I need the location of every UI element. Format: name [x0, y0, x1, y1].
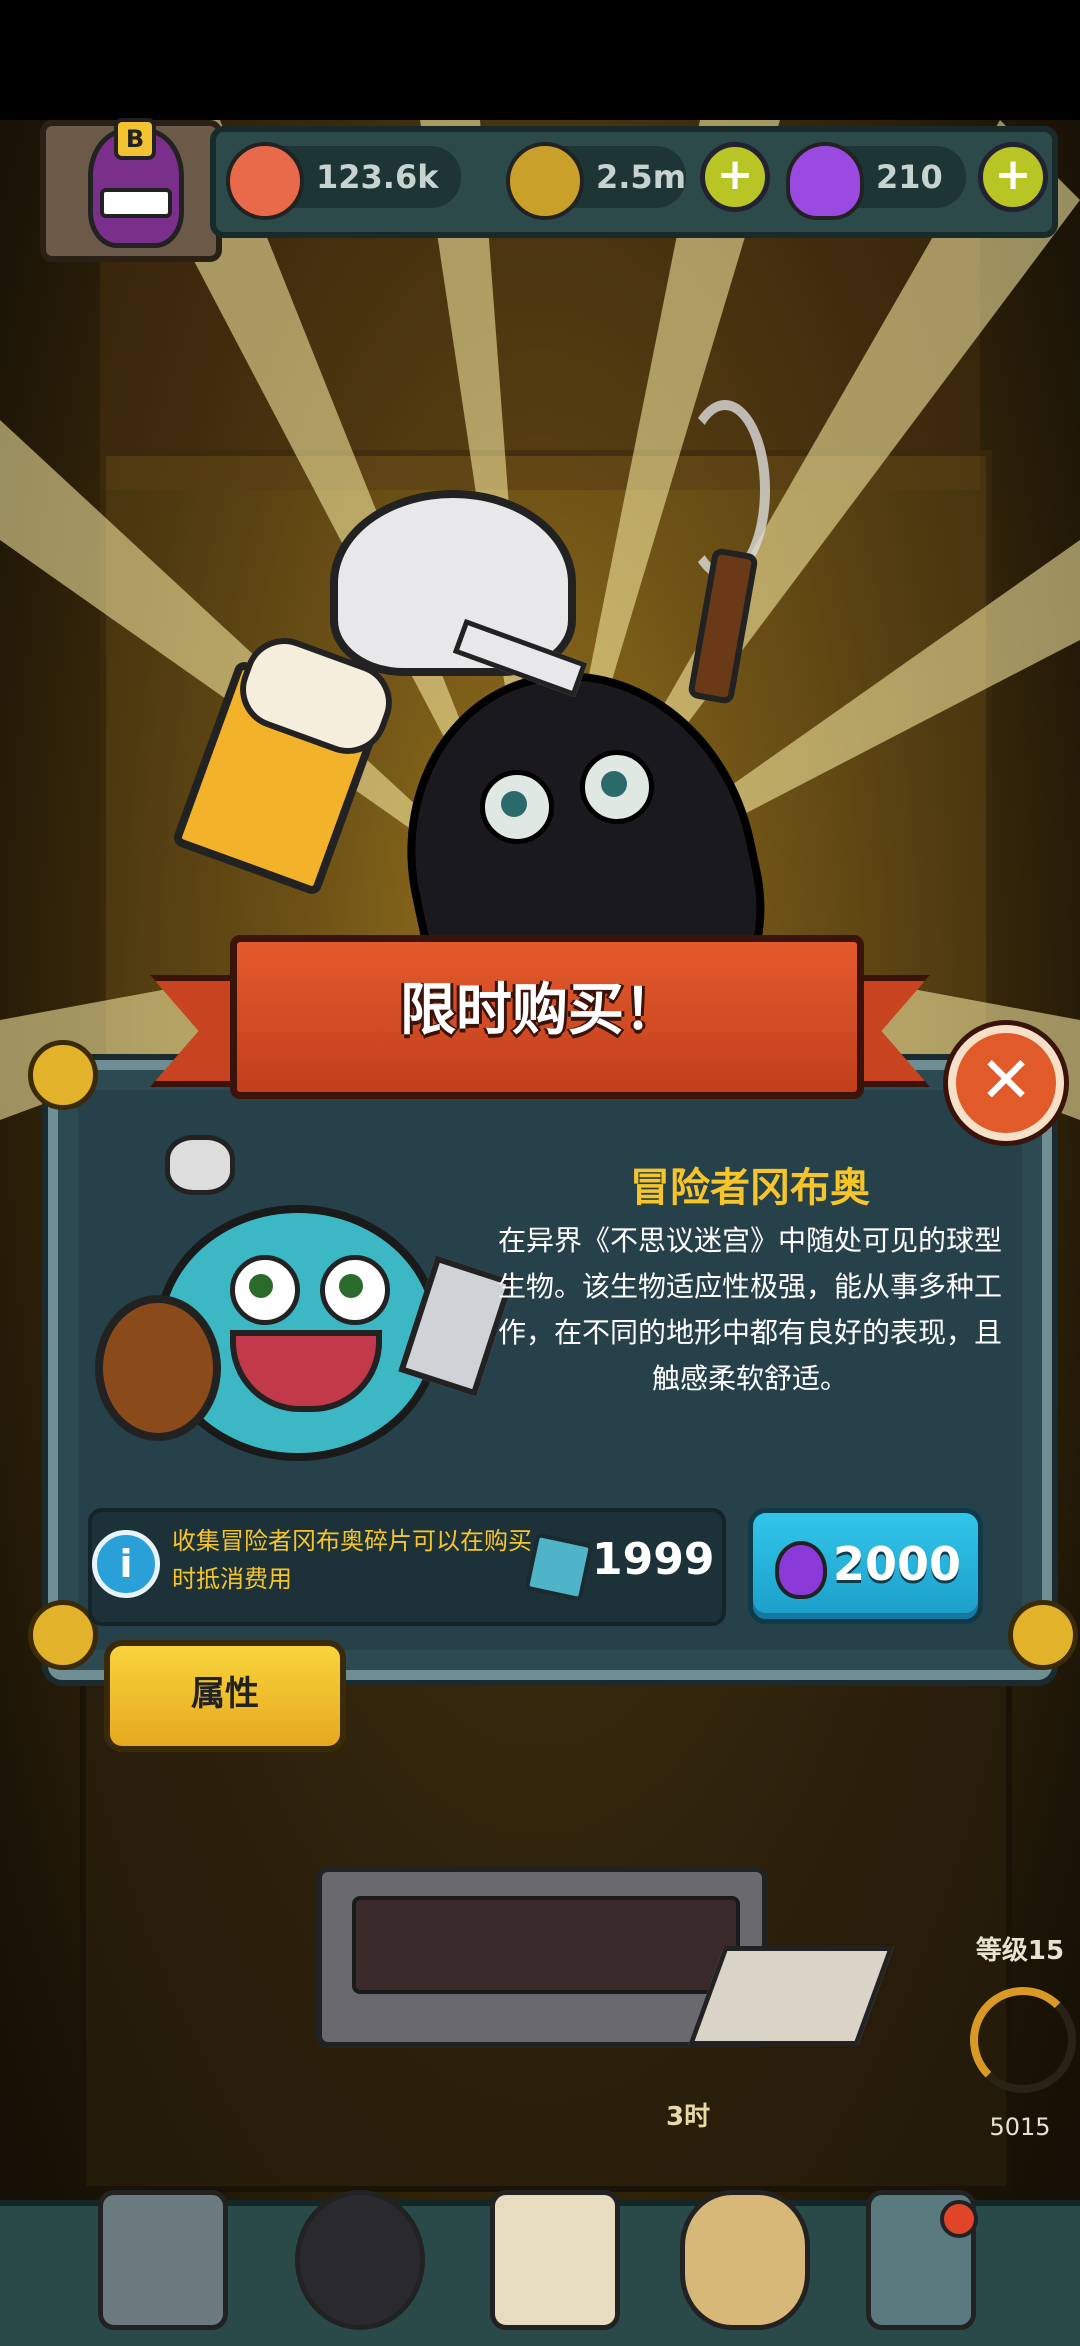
status-bar: [0, 0, 1080, 120]
info-icon[interactable]: i: [92, 1530, 160, 1598]
avatar-teeth-icon: [100, 188, 172, 218]
chef-eye-left: [480, 770, 554, 844]
potion-icon: [775, 1541, 827, 1599]
item-portrait: [95, 1135, 514, 1465]
progress-ring-icon: [970, 1987, 1076, 2093]
blob-eye-right: [320, 1255, 390, 1325]
level-label: 等级15: [975, 1936, 1065, 1966]
notification-dot: [940, 2200, 978, 2238]
attributes-tab[interactable]: 属性: [104, 1640, 346, 1752]
monster-icon[interactable]: [295, 2190, 425, 2330]
shard-icon: [524, 1532, 594, 1602]
player-avatar[interactable]: B: [40, 118, 222, 262]
coin-bag-icon[interactable]: [680, 2190, 810, 2330]
book-icon[interactable]: [490, 2190, 620, 2330]
room-timer-label: 3时: [666, 2102, 711, 2132]
chef-eye-right: [580, 750, 654, 824]
coin-icon: [506, 142, 584, 220]
item-description: 在异界《不思议迷宫》中随处可见的球型生物。该生物适应性极强，能从事多种工作，在不…: [497, 1224, 1002, 1395]
item-name: 冒险者冈布奥: [630, 1165, 870, 1211]
castle-icon[interactable]: [98, 2190, 228, 2330]
shard-count: 1999: [592, 1534, 715, 1585]
panel-corner-ornament: [1008, 1600, 1078, 1670]
potion-resource: 210: [786, 142, 966, 220]
blob-eye-left: [230, 1255, 300, 1325]
shield-icon: [95, 1295, 221, 1441]
level-counter: 5015: [989, 2113, 1051, 2141]
lounge-chair: [687, 1946, 895, 2046]
eyeball-count: 123.6k: [316, 158, 439, 196]
potion-icon: [786, 142, 864, 220]
close-button[interactable]: ✕: [948, 1025, 1064, 1141]
coin-count: 2.5m: [596, 158, 687, 196]
buy-price: 2000: [833, 1537, 962, 1591]
tub-water: [352, 1896, 740, 1994]
shard-info-text: 收集冒险者冈布奥碎片可以在购买时抵消费用: [172, 1527, 532, 1593]
mini-chef-icon: [165, 1135, 235, 1195]
cigar-icon: [687, 547, 759, 705]
buy-button[interactable]: 2000: [748, 1508, 983, 1624]
rank-badge: B: [114, 118, 156, 160]
featured-character-art: [171, 400, 850, 1098]
add-coins-button[interactable]: +: [700, 142, 770, 212]
resource-bar: 123.6k 2.5m + 210 +: [210, 126, 1058, 238]
banner-ribbon: 限时购买！: [150, 935, 930, 1105]
potion-count: 210: [876, 158, 943, 196]
popup-title: 限时购买！: [400, 978, 680, 1043]
panel-corner-ornament: [28, 1040, 98, 1110]
add-potions-button[interactable]: +: [978, 142, 1048, 212]
eyeball-icon: [226, 142, 304, 220]
top-bar: B 123.6k 2.5m + 210 +: [20, 118, 1058, 262]
eyeball-resource: 123.6k: [226, 142, 461, 220]
level-indicator[interactable]: 等级15 5015: [970, 1930, 1076, 2141]
coin-resource: 2.5m: [506, 142, 687, 220]
